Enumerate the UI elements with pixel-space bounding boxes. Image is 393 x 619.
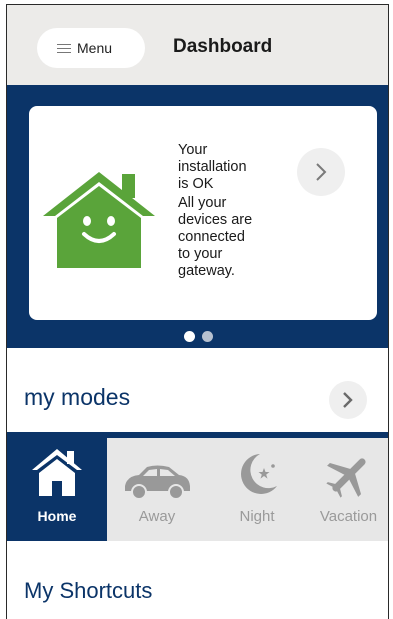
chevron-right-icon [316, 163, 327, 181]
carousel-indicator [184, 331, 213, 342]
moon-icon [241, 454, 277, 494]
installation-status-card[interactable]: Your installation is OK All your devices… [29, 106, 377, 320]
status-line: devices are [178, 212, 253, 228]
status-line: All your [178, 195, 227, 211]
tab-home[interactable]: Home [7, 438, 107, 541]
tab-away[interactable]: Away [107, 438, 207, 541]
tab-label: Vacation [319, 508, 378, 525]
top-bar: Menu Dashboard [7, 5, 388, 85]
airplane-icon [325, 458, 366, 498]
status-line: installation [178, 159, 247, 175]
carousel-dot-active[interactable] [184, 331, 195, 342]
status-line: Your [178, 142, 208, 158]
house-icon [32, 449, 82, 496]
car-icon [125, 465, 190, 500]
modes-section-header[interactable]: my modes [7, 348, 388, 432]
status-line: gateway. [178, 263, 235, 279]
status-banner: Your installation is OK All your devices… [7, 85, 388, 348]
app-screen: Menu Dashboard Your installation is OK A… [6, 4, 389, 619]
mode-tabs: Home Away Night Vacation [7, 438, 388, 541]
modes-title: my modes [24, 384, 131, 410]
page-title: Dashboard [173, 36, 273, 57]
status-line: to your [178, 246, 223, 262]
tab-night[interactable]: Night [207, 438, 307, 541]
modes-more-button[interactable] [329, 381, 367, 419]
status-details-button[interactable] [297, 148, 345, 196]
carousel-dot[interactable] [202, 331, 213, 342]
menu-button[interactable]: Menu [37, 28, 145, 68]
chevron-right-icon [343, 392, 353, 408]
status-line: is OK [178, 176, 214, 192]
hamburger-icon [57, 43, 71, 53]
smiling-house-icon [43, 172, 155, 268]
tab-vacation[interactable]: Vacation [307, 438, 388, 541]
shortcuts-title: My Shortcuts [24, 578, 153, 603]
tab-label: Away [138, 508, 176, 525]
status-line: connected [178, 229, 245, 245]
menu-button-label: Menu [77, 40, 113, 56]
tab-label: Night [239, 508, 275, 525]
status-message: Your installation is OK All your devices… [178, 142, 298, 280]
tab-label: Home [37, 508, 77, 524]
